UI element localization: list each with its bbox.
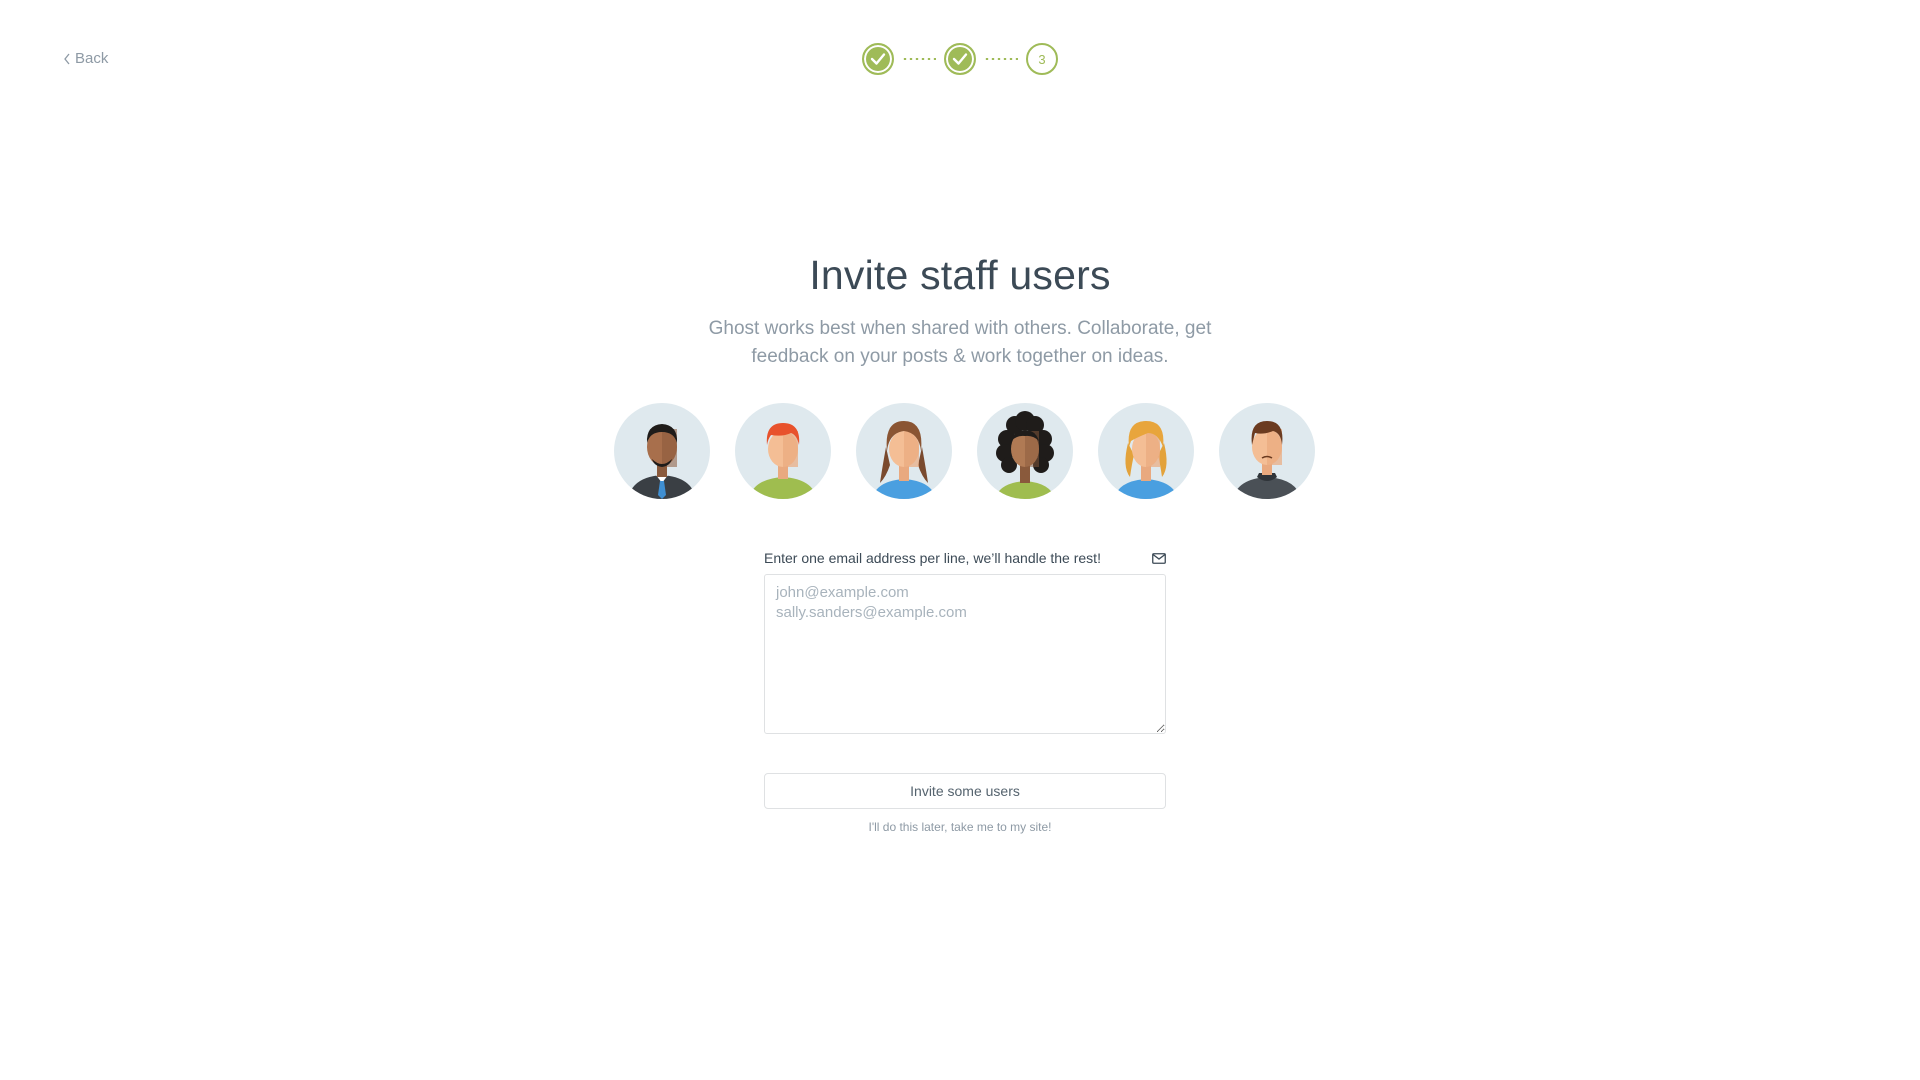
step-2-complete: [944, 43, 976, 75]
page-subtitle: Ghost works best when shared with others…: [708, 318, 1212, 367]
step-connector: [902, 58, 936, 60]
step-1-complete: [862, 43, 894, 75]
woman-blonde-hair-avatar-icon: [1098, 403, 1194, 499]
envelope-icon: [1152, 552, 1166, 564]
form-label-row: Enter one email address per line, we’ll …: [764, 548, 1166, 568]
page-title: Invite staff users: [809, 252, 1111, 298]
woman-brown-pigtails-avatar-icon: [856, 403, 952, 499]
back-link[interactable]: Back: [63, 50, 108, 67]
emails-label: Enter one email address per line, we’ll …: [764, 550, 1101, 566]
man-brown-hair-avatar-icon: [1219, 403, 1315, 499]
checkmark-icon: [870, 53, 886, 65]
invite-form: Enter one email address per line, we’ll …: [764, 548, 1166, 739]
setup-invite-page: Back 3 Invite staff users Ghost works be…: [0, 0, 1920, 1080]
chevron-left-icon: [64, 53, 70, 64]
avatar-row: [614, 403, 1315, 499]
woman-curly-hair-avatar-icon: [977, 403, 1073, 499]
step-connector: [984, 58, 1018, 60]
setup-steps: 3: [862, 43, 1058, 75]
skip-link[interactable]: I'll do this later, take me to my site!: [0, 820, 1920, 834]
back-label: Back: [75, 50, 109, 67]
invite-users-button[interactable]: Invite some users: [764, 773, 1166, 809]
man-dark-skin-tie-avatar-icon: [614, 403, 710, 499]
emails-textarea[interactable]: [764, 574, 1166, 734]
checkmark-icon: [952, 53, 968, 65]
person-red-hair-avatar-icon: [735, 403, 831, 499]
step-3-current: 3: [1026, 43, 1058, 75]
